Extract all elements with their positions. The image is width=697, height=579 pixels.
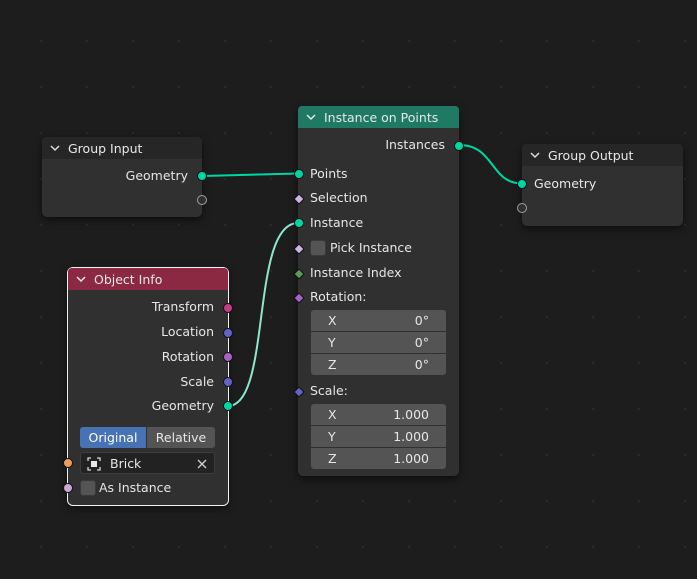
input-label-selection: Selection <box>310 190 368 205</box>
scale-x-field[interactable]: X 1.000 <box>311 404 446 425</box>
input-label-rotation: Rotation: <box>310 289 367 304</box>
output-label-rotation: Rotation <box>161 349 214 364</box>
as-instance-label: As Instance <box>99 480 172 495</box>
axis-value: 0° <box>414 357 429 372</box>
input-label-points: Points <box>310 166 348 181</box>
rotation-output-socket[interactable] <box>223 352 233 362</box>
instance-on-points-node[interactable]: Instance on Points Instances Points Sele… <box>293 106 464 476</box>
input-label-instance: Instance <box>310 215 364 230</box>
as-instance-input-socket[interactable] <box>63 483 73 493</box>
group-input-header[interactable]: Group Input <box>42 137 202 159</box>
node-title: Group Input <box>68 140 143 156</box>
link-object-geometry-to-instance[interactable] <box>227 222 299 407</box>
object-name: Brick <box>110 456 142 471</box>
axis-value: 0° <box>414 313 429 328</box>
axis-label: X <box>328 407 337 422</box>
scale-input-socket[interactable] <box>293 386 305 398</box>
axis-label: Y <box>328 429 336 444</box>
object-info-node[interactable]: Object Info Transform Location Rotation … <box>63 267 233 506</box>
rotation-input-socket[interactable] <box>293 292 305 304</box>
link-group-input-to-points[interactable] <box>201 172 299 177</box>
output-label-location: Location <box>161 324 214 339</box>
instance-on-points-header[interactable]: Instance on Points <box>298 106 459 128</box>
rotation-y-field[interactable]: Y 0° <box>311 332 446 353</box>
chevron-down-icon[interactable] <box>50 143 60 153</box>
close-icon[interactable] <box>197 459 207 469</box>
axis-value: 1.000 <box>393 407 429 422</box>
pick-instance-checkbox[interactable] <box>310 240 326 256</box>
geometry-input-socket[interactable] <box>517 179 527 189</box>
axis-label: X <box>328 313 337 328</box>
scale-z-field[interactable]: Z 1.000 <box>311 448 446 469</box>
rotation-z-field[interactable]: Z 0° <box>311 354 446 375</box>
axis-value: 1.000 <box>393 429 429 444</box>
output-label-transform: Transform <box>151 299 214 314</box>
input-label-instance-index: Instance Index <box>310 265 402 280</box>
axis-label: Y <box>328 335 336 350</box>
axis-label: Z <box>328 357 337 372</box>
chevron-down-icon[interactable] <box>530 150 540 160</box>
scale-output-socket[interactable] <box>223 377 233 387</box>
mode-relative-button[interactable]: Relative <box>147 427 215 448</box>
input-label-pick-instance: Pick Instance <box>330 240 412 255</box>
node-title: Instance on Points <box>324 109 439 125</box>
virtual-output-socket[interactable] <box>197 195 207 205</box>
geometry-output-socket[interactable] <box>197 171 207 181</box>
axis-label: Z <box>328 451 337 466</box>
group-output-node[interactable]: Group Output Geometry <box>517 144 683 226</box>
output-label-geometry: Geometry <box>151 398 214 413</box>
input-label-scale: Scale: <box>310 383 348 398</box>
output-label-scale: Scale <box>180 374 214 389</box>
object-selector[interactable]: Brick <box>80 452 215 474</box>
scale-y-field[interactable]: Y 1.000 <box>311 426 446 447</box>
points-input-socket[interactable] <box>294 169 304 179</box>
node-title: Group Output <box>548 147 634 163</box>
rotation-x-field[interactable]: X 0° <box>311 310 446 331</box>
group-output-header[interactable]: Group Output <box>522 144 683 166</box>
input-label-geometry: Geometry <box>534 176 597 191</box>
link-instances-to-group-output[interactable] <box>458 144 523 185</box>
location-output-socket[interactable] <box>223 328 233 338</box>
virtual-input-socket[interactable] <box>517 203 527 213</box>
instances-output-socket[interactable] <box>454 141 464 151</box>
mode-original-button[interactable]: Original <box>80 427 146 448</box>
instance-index-input-socket[interactable] <box>293 268 305 280</box>
axis-value: 0° <box>414 335 429 350</box>
object-info-header[interactable]: Object Info <box>68 268 228 290</box>
axis-value: 1.000 <box>393 451 429 466</box>
node-title: Object Info <box>94 271 163 287</box>
as-instance-checkbox[interactable] <box>80 480 96 496</box>
object-icon <box>87 457 101 471</box>
output-label-geometry: Geometry <box>125 168 188 183</box>
object-input-socket[interactable] <box>63 458 73 468</box>
instance-input-socket[interactable] <box>294 218 304 228</box>
pick-instance-input-socket[interactable] <box>293 243 305 255</box>
geometry-output-socket[interactable] <box>223 401 233 411</box>
chevron-down-icon[interactable] <box>306 112 316 122</box>
chevron-down-icon[interactable] <box>76 274 86 284</box>
selection-input-socket[interactable] <box>293 193 305 205</box>
group-input-node[interactable]: Group Input Geometry <box>42 137 207 217</box>
transform-output-socket[interactable] <box>223 303 233 313</box>
output-label-instances: Instances <box>385 137 445 152</box>
